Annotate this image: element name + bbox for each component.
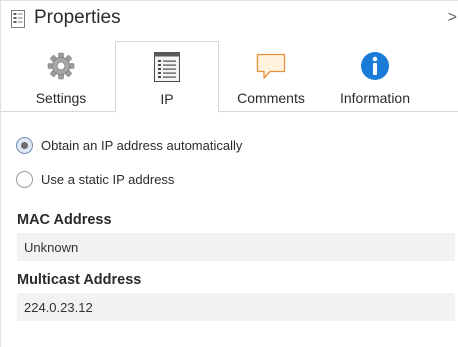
radio-obtain-ip-automatically[interactable]: Obtain an IP address automatically bbox=[16, 134, 242, 156]
mac-address-value: Unknown bbox=[17, 233, 455, 261]
tab-ip-label: IP bbox=[160, 91, 174, 107]
radio-static-ip[interactable]: Use a static IP address bbox=[16, 168, 174, 190]
ip-list-icon bbox=[154, 52, 180, 82]
panel-title: Properties bbox=[34, 7, 121, 28]
radio-button-unselected[interactable] bbox=[16, 170, 33, 188]
tab-comments-label: Comments bbox=[237, 90, 305, 106]
info-icon bbox=[361, 52, 389, 80]
tab-ip[interactable]: IP bbox=[115, 41, 219, 113]
gear-icon bbox=[47, 52, 75, 80]
multicast-address-label: Multicast Address bbox=[17, 272, 142, 288]
properties-document-icon bbox=[11, 10, 25, 28]
comment-icon bbox=[256, 53, 286, 79]
radio-label-automatic: Obtain an IP address automatically bbox=[41, 137, 243, 153]
mac-address-label: MAC Address bbox=[17, 212, 112, 228]
tab-information[interactable]: Information bbox=[324, 41, 426, 112]
chevron-right-icon[interactable]: > bbox=[448, 9, 457, 27]
tab-information-label: Information bbox=[339, 90, 411, 106]
tab-settings[interactable]: Settings bbox=[11, 41, 111, 112]
tab-strip: Settings IP Comments Information bbox=[1, 41, 458, 113]
panel-header: Properties > bbox=[1, 1, 458, 37]
tab-comments[interactable]: Comments bbox=[223, 41, 319, 112]
tab-settings-label: Settings bbox=[35, 90, 87, 106]
radio-label-static: Use a static IP address bbox=[41, 171, 175, 187]
multicast-address-value: 224.0.23.12 bbox=[17, 293, 455, 321]
properties-panel: Properties > Settings IP Comments Inform… bbox=[0, 0, 458, 347]
radio-button-selected[interactable] bbox=[16, 136, 33, 154]
